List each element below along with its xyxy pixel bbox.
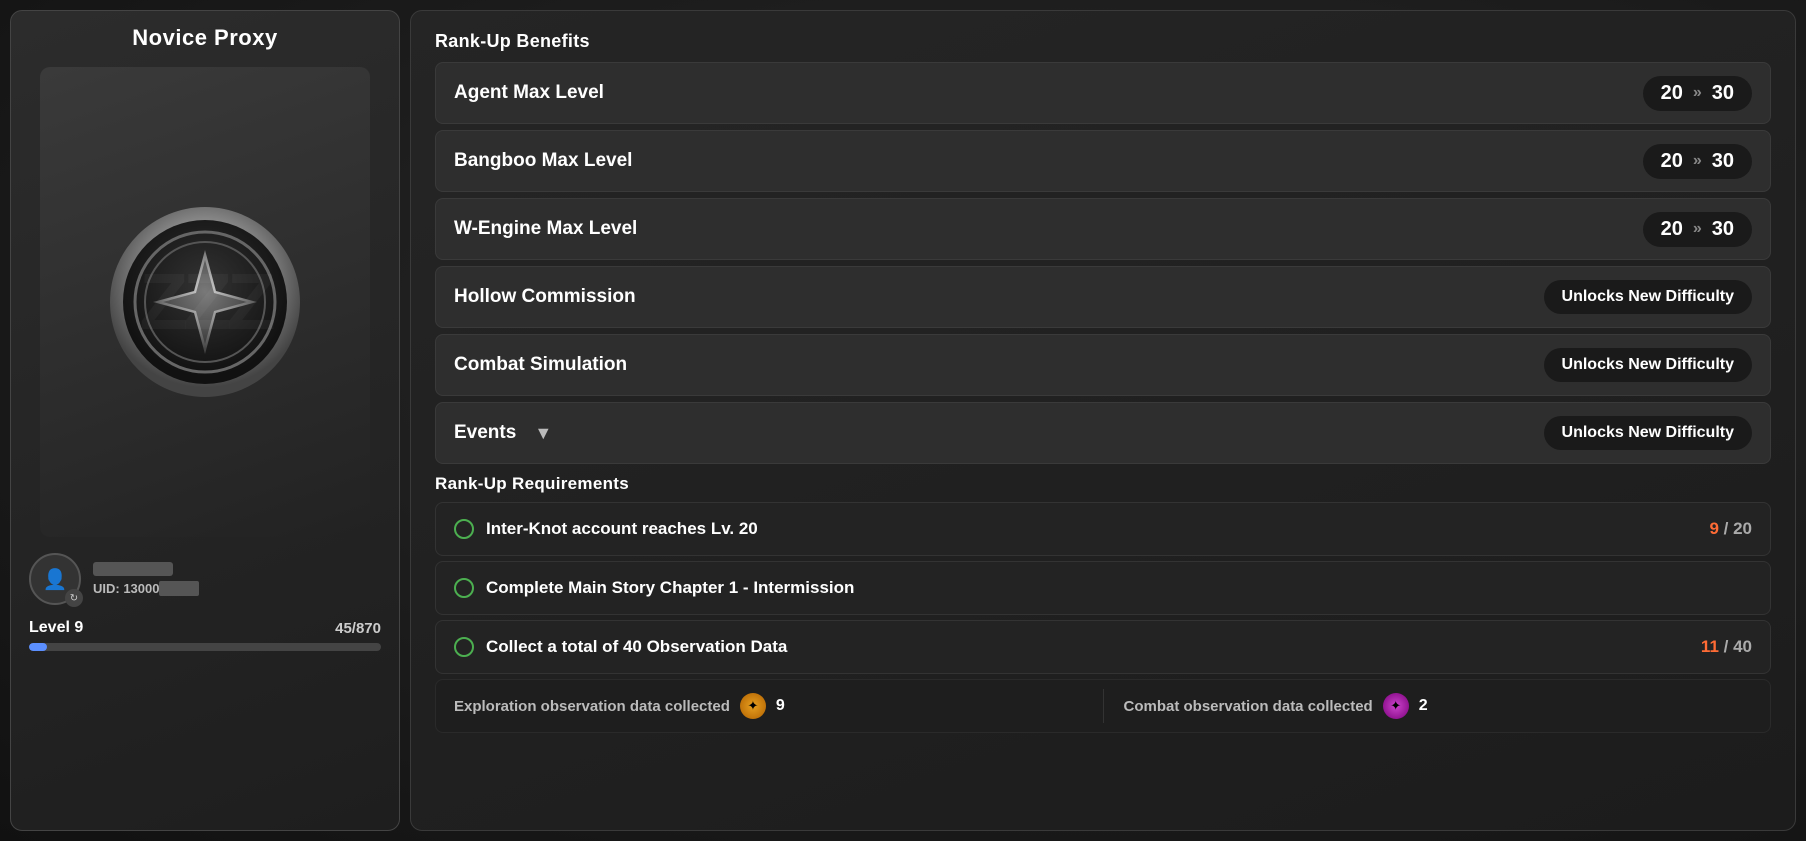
benefit-to-agent: 30 [1712, 82, 1734, 105]
obs-combat-icon: ✦ [1383, 693, 1409, 719]
benefit-label-wengine: W-Engine Max Level [454, 218, 1643, 240]
benefit-value-agent: 20 » 30 [1643, 76, 1752, 111]
chevron-wengine: » [1693, 220, 1702, 238]
user-name-blurred [93, 562, 173, 576]
obs-section-combat: Combat observation data collected ✦ 2 [1124, 693, 1753, 719]
avatar-box: ZZZ [40, 67, 370, 537]
benefit-row-bangboo: Bangboo Max Level 20 » 30 [435, 130, 1771, 192]
refresh-badge[interactable]: ↻ [65, 589, 83, 607]
events-label: Events [454, 422, 516, 444]
benefit-label-hollow: Hollow Commission [454, 286, 1544, 308]
proxy-title: Novice Proxy [11, 11, 399, 61]
events-row: Events ▼ Unlocks New Difficulty [435, 402, 1771, 464]
obs-section-explore: Exploration observation data collected ✦… [454, 693, 1083, 719]
left-panel: Novice Proxy ZZZ [10, 10, 400, 831]
requirement-row-3: Collect a total of 40 Observation Data 1… [435, 620, 1771, 674]
user-info: UID: 13000●●●●● [93, 562, 199, 596]
benefit-row-wengine: W-Engine Max Level 20 » 30 [435, 198, 1771, 260]
user-row: 👤 ↻ UID: 13000●●●●● [11, 543, 399, 615]
benefit-label-bangboo: Bangboo Max Level [454, 150, 1643, 172]
requirement-row-2: Complete Main Story Chapter 1 - Intermis… [435, 561, 1771, 615]
exp-bar-fill [29, 643, 47, 651]
benefit-from-wengine: 20 [1661, 218, 1683, 241]
benefit-row-agent: Agent Max Level 20 » 30 [435, 62, 1771, 124]
unlock-badge-combat-sim: Unlocks New Difficulty [1544, 348, 1752, 382]
benefit-to-wengine: 30 [1712, 218, 1734, 241]
user-avatar: 👤 ↻ [29, 553, 81, 605]
obs-combat-label: Combat observation data collected [1124, 698, 1373, 715]
obs-explore-label: Exploration observation data collected [454, 698, 730, 715]
user-avatar-icon: 👤 [43, 567, 68, 592]
unlock-badge-hollow: Unlocks New Difficulty [1544, 280, 1752, 314]
benefit-to-bangboo: 30 [1712, 150, 1734, 173]
avatar-bg-text: ZZZ [139, 256, 271, 348]
right-panel: Rank-Up Benefits Agent Max Level 20 » 30… [410, 10, 1796, 831]
req-circle-3 [454, 637, 474, 657]
chevron-bangboo: » [1693, 152, 1702, 170]
benefit-row-hollow: Hollow Commission Unlocks New Difficulty [435, 266, 1771, 328]
obs-explore-count: 9 [776, 697, 785, 715]
uid-hidden: ●●●●● [159, 581, 198, 596]
requirement-row-1: Inter-Knot account reaches Lv. 20 9 / 20 [435, 502, 1771, 556]
req-circle-1 [454, 519, 474, 539]
chevron-agent: » [1693, 84, 1702, 102]
unlock-badge-events: Unlocks New Difficulty [1544, 416, 1752, 450]
req-label-3: Collect a total of 40 Observation Data [486, 637, 1689, 657]
req-progress-1: 9 / 20 [1709, 519, 1752, 539]
benefit-label-combat-sim: Combat Simulation [454, 354, 1544, 376]
requirements-title: Rank-Up Requirements [435, 474, 1771, 494]
exp-bar-container [29, 643, 381, 651]
level-label: Level 9 [29, 619, 83, 637]
level-row: Level 9 45/870 [11, 615, 399, 639]
obs-row: Exploration observation data collected ✦… [435, 679, 1771, 733]
benefit-label-agent: Agent Max Level [454, 82, 1643, 104]
obs-explore-icon: ✦ [740, 693, 766, 719]
req-progress-3: 11 / 40 [1701, 637, 1752, 657]
obs-divider [1103, 689, 1104, 723]
req-label-1: Inter-Knot account reaches Lv. 20 [486, 519, 1697, 539]
benefit-from-agent: 20 [1661, 82, 1683, 105]
obs-combat-count: 2 [1419, 697, 1428, 715]
benefits-title: Rank-Up Benefits [435, 31, 1771, 52]
benefit-row-combat-sim: Combat Simulation Unlocks New Difficulty [435, 334, 1771, 396]
benefit-from-bangboo: 20 [1661, 150, 1683, 173]
req-circle-2 [454, 578, 474, 598]
req-label-2: Complete Main Story Chapter 1 - Intermis… [486, 578, 1752, 598]
user-uid: UID: 13000●●●●● [93, 581, 199, 596]
benefit-value-wengine: 20 » 30 [1643, 212, 1752, 247]
events-dropdown-arrow[interactable]: ▼ [534, 423, 552, 444]
benefit-value-bangboo: 20 » 30 [1643, 144, 1752, 179]
exp-display: 45/870 [335, 620, 381, 637]
